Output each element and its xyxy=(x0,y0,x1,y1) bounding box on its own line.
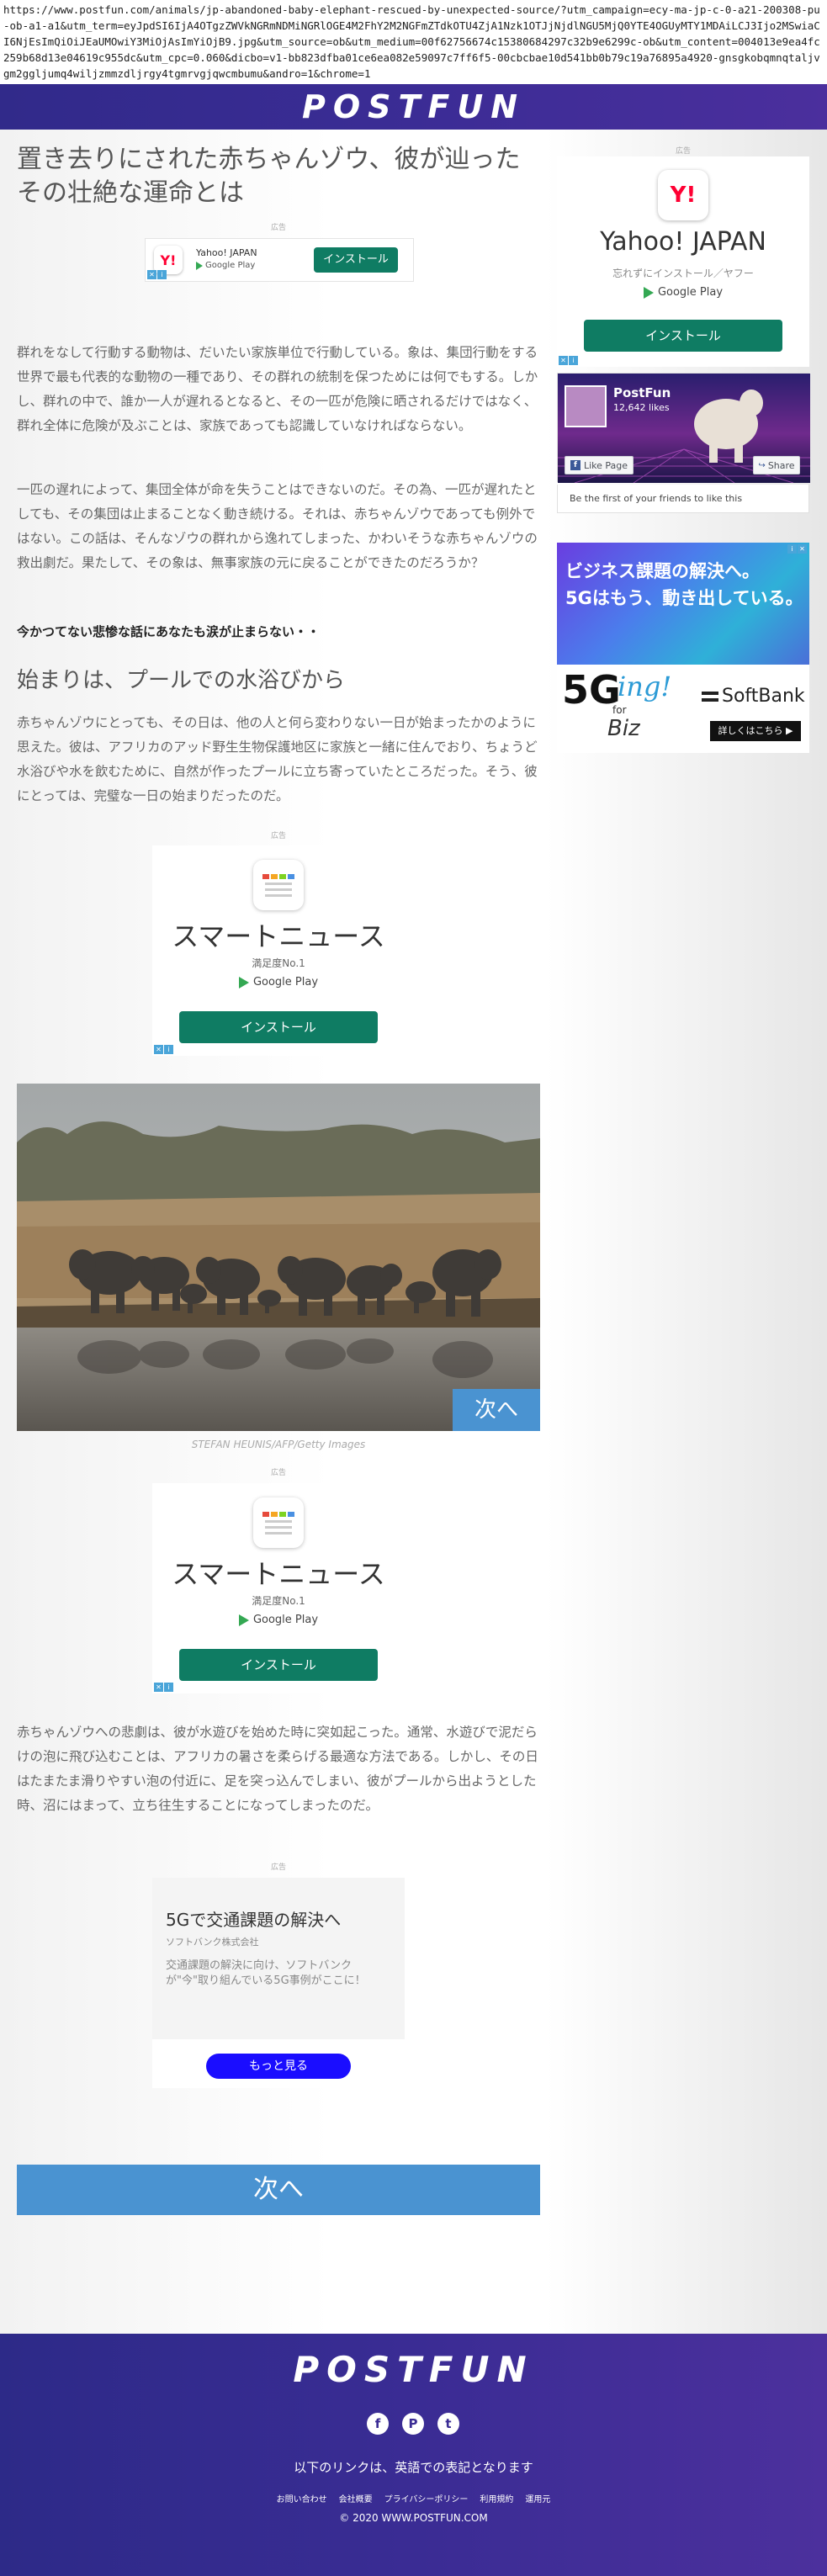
google-play-badge: Google Play xyxy=(557,286,809,299)
smartnews-ad-1[interactable]: スマートニュース 満足度No.1 Google Play インストール ✕ i xyxy=(152,845,405,1056)
url-bar[interactable]: https://www.postfun.com/animals/jp-aband… xyxy=(0,0,827,84)
install-button[interactable]: インストール xyxy=(314,247,398,273)
store-label: Google Play xyxy=(205,261,256,270)
yahoo-sidebar-ad[interactable]: Y! Yahoo! JAPAN 忘れずにインストール／ヤフー Google Pl… xyxy=(557,156,809,367)
ad-label: 広告 xyxy=(270,832,286,840)
yahoo-banner-ad[interactable]: Y! Yahoo! JAPAN Google Play インストール ✕ i xyxy=(145,238,414,282)
share-button[interactable]: ↪ Share xyxy=(753,456,800,474)
site-footer: POSTFUN f P t 以下のリンクは、英語での表記となります お問い合わせ… xyxy=(0,2334,827,2576)
lead-text: 今かつてない悲惨な話にあなたも涙が止まらない・・ xyxy=(17,624,321,639)
footer-link-terms[interactable]: 利用規約 xyxy=(480,2492,513,2504)
facebook-page-name[interactable]: PostFun xyxy=(613,385,671,400)
softbank-brand: SoftBank xyxy=(722,686,805,707)
footer-note: 以下のリンクは、英語での表記となります xyxy=(294,2460,533,2475)
google-play-badge: Google Play xyxy=(152,976,405,989)
paragraph-2: 一匹の遅れによって、集団全体が命を失うことはできないのだ。その為、一匹が遅れたと… xyxy=(17,482,538,570)
store-label: Google Play xyxy=(657,286,724,299)
site-logo[interactable]: POSTFUN xyxy=(302,88,525,125)
store-label: Google Play xyxy=(252,1614,319,1626)
footer-link-privacy[interactable]: プライバシーポリシー xyxy=(384,2492,469,2504)
ad-label: 広告 xyxy=(675,147,691,156)
section-heading: 始まりは、プールでの水浴びから xyxy=(17,668,346,693)
smartnews-app-icon xyxy=(253,860,304,910)
paragraph-3: 赤ちゃんゾウにとっても、その日は、他の人と何ら変わりない一日が始まったかのように… xyxy=(17,715,538,803)
softbank-headline-2: 5Gはもう、動き出している。 xyxy=(565,588,803,608)
smartnews-ad-2[interactable]: スマートニュース 満足度No.1 Google Play インストール ✕ i xyxy=(152,1483,405,1693)
like-page-label: Like Page xyxy=(583,459,628,471)
install-button[interactable]: インストール xyxy=(584,320,782,352)
facebook-page-widget[interactable]: PostFun 12,642 likes f Like Page ↪ Share xyxy=(557,373,810,484)
copyright: © 2020 WWW.POSTFUN.COM xyxy=(339,2512,488,2524)
yahoo-app-name: Yahoo! JAPAN xyxy=(600,227,766,257)
adchoices-icon[interactable]: i✕ xyxy=(787,544,807,554)
yahoo-banner-name: Yahoo! JAPAN xyxy=(196,247,257,258)
adchoices-icon[interactable]: ✕ i xyxy=(154,1683,173,1692)
elephant-photo-svg xyxy=(17,1084,540,1431)
photo-caption: STEFAN HEUNIS/AFP/Getty Images xyxy=(191,1439,366,1450)
paragraph-4: 赤ちゃんゾウへの悲劇は、彼が水遊びを始めた時に突如起こった。通常、水遊びで泥だら… xyxy=(17,1725,538,1813)
facebook-icon: f xyxy=(570,460,580,470)
see-more-button[interactable]: もっと見る xyxy=(206,2054,351,2079)
next-page-button[interactable]: 次へ xyxy=(17,2165,540,2215)
smartnews-app-icon xyxy=(253,1497,304,1548)
google-play-icon xyxy=(643,286,654,299)
share-icon: ↪ xyxy=(758,460,766,470)
facebook-friends-text: Be the first of your friends to like thi… xyxy=(557,485,809,513)
ad-advertiser: ソフトバンク株式会社 xyxy=(166,1937,259,1948)
adchoices-icon[interactable]: ✕ i xyxy=(154,1045,173,1054)
ing-logo: ing! xyxy=(618,671,672,702)
ad-label: 広告 xyxy=(270,1469,286,1477)
ad-headline: 5Gで交通課題の解決へ xyxy=(166,1910,342,1930)
elephant-photo[interactable]: 次へ xyxy=(17,1084,540,1431)
adchoices-icon[interactable]: ✕ i xyxy=(559,356,578,365)
smartnews-sub: 満足度No.1 xyxy=(252,1595,305,1607)
twitter-icon[interactable]: t xyxy=(437,2413,459,2435)
softbank-logo: SoftBank xyxy=(702,686,805,707)
footer-links: お問い合わせ 会社概要 プライバシーポリシー 利用規約 運用元 xyxy=(0,2492,827,2504)
facebook-icon[interactable]: f xyxy=(367,2413,389,2435)
yahoo-banner-store: Google Play xyxy=(196,261,255,270)
share-label: Share xyxy=(767,459,795,471)
install-button[interactable]: インストール xyxy=(179,1649,378,1681)
google-play-icon xyxy=(238,1614,249,1626)
ad-label: 広告 xyxy=(270,224,286,232)
footer-link-contact[interactable]: お問い合わせ xyxy=(277,2492,327,2504)
softbank-logo-icon xyxy=(702,691,718,702)
yahoo-tagline: 忘れずにインストール／ヤフー xyxy=(612,268,754,279)
google-play-icon xyxy=(196,261,203,270)
article-title: 置き去りにされた赤ちゃんゾウ、彼が辿ったその壮絶な運命とは xyxy=(17,145,521,208)
social-links: f P t xyxy=(367,2413,459,2435)
smartnews-sub: 満足度No.1 xyxy=(252,957,305,969)
smartnews-name: スマートニュース xyxy=(172,920,385,952)
store-label: Google Play xyxy=(252,976,319,989)
facebook-likes-count: 12,642 likes xyxy=(613,402,670,413)
paragraph-1: 群れをなして行動する動物は、だいたい家族単位で行動している。象は、集団行動をする… xyxy=(17,345,538,433)
footer-link-company[interactable]: 会社概要 xyxy=(339,2492,373,2504)
softbank-banner-ad[interactable]: i ✕ ビジネス課題の解決へ。 5Gはもう、動き出している。 5G ing! fo… xyxy=(557,543,809,753)
footer-logo[interactable]: POSTFUN xyxy=(0,2349,827,2390)
like-page-button[interactable]: f Like Page xyxy=(565,456,634,474)
pinterest-icon[interactable]: P xyxy=(402,2413,424,2435)
yahoo-app-icon: Y! xyxy=(658,170,708,220)
learn-more-button[interactable]: 詳しくはこちら ▶ xyxy=(710,721,801,741)
softbank-text-ad[interactable]: i✕ 5Gで交通課題の解決へ ソフトバンク株式会社 交通課題の解決に向け、ソフト… xyxy=(152,1878,405,2088)
google-play-icon xyxy=(238,976,249,989)
smartnews-name: スマートニュース xyxy=(172,1558,385,1590)
install-button[interactable]: インストール xyxy=(179,1011,378,1043)
biz-text: Biz xyxy=(607,716,640,741)
photo-next-button[interactable]: 次へ xyxy=(453,1389,540,1431)
ad-body: 交通課題の解決に向け、ソフトバンクが"今"取り組んでいる5G事例がここに！ xyxy=(166,1959,366,1987)
footer-link-operator[interactable]: 運用元 xyxy=(525,2492,550,2504)
adchoices-icon[interactable]: ✕ i xyxy=(147,270,167,279)
softbank-headline-1: ビジネス課題の解決へ。 xyxy=(565,561,760,581)
google-play-badge: Google Play xyxy=(152,1614,405,1626)
facebook-page-avatar xyxy=(565,385,607,427)
for-text: for xyxy=(612,704,627,716)
site-header: POSTFUN xyxy=(0,84,827,130)
ad-label: 広告 xyxy=(270,1863,286,1872)
